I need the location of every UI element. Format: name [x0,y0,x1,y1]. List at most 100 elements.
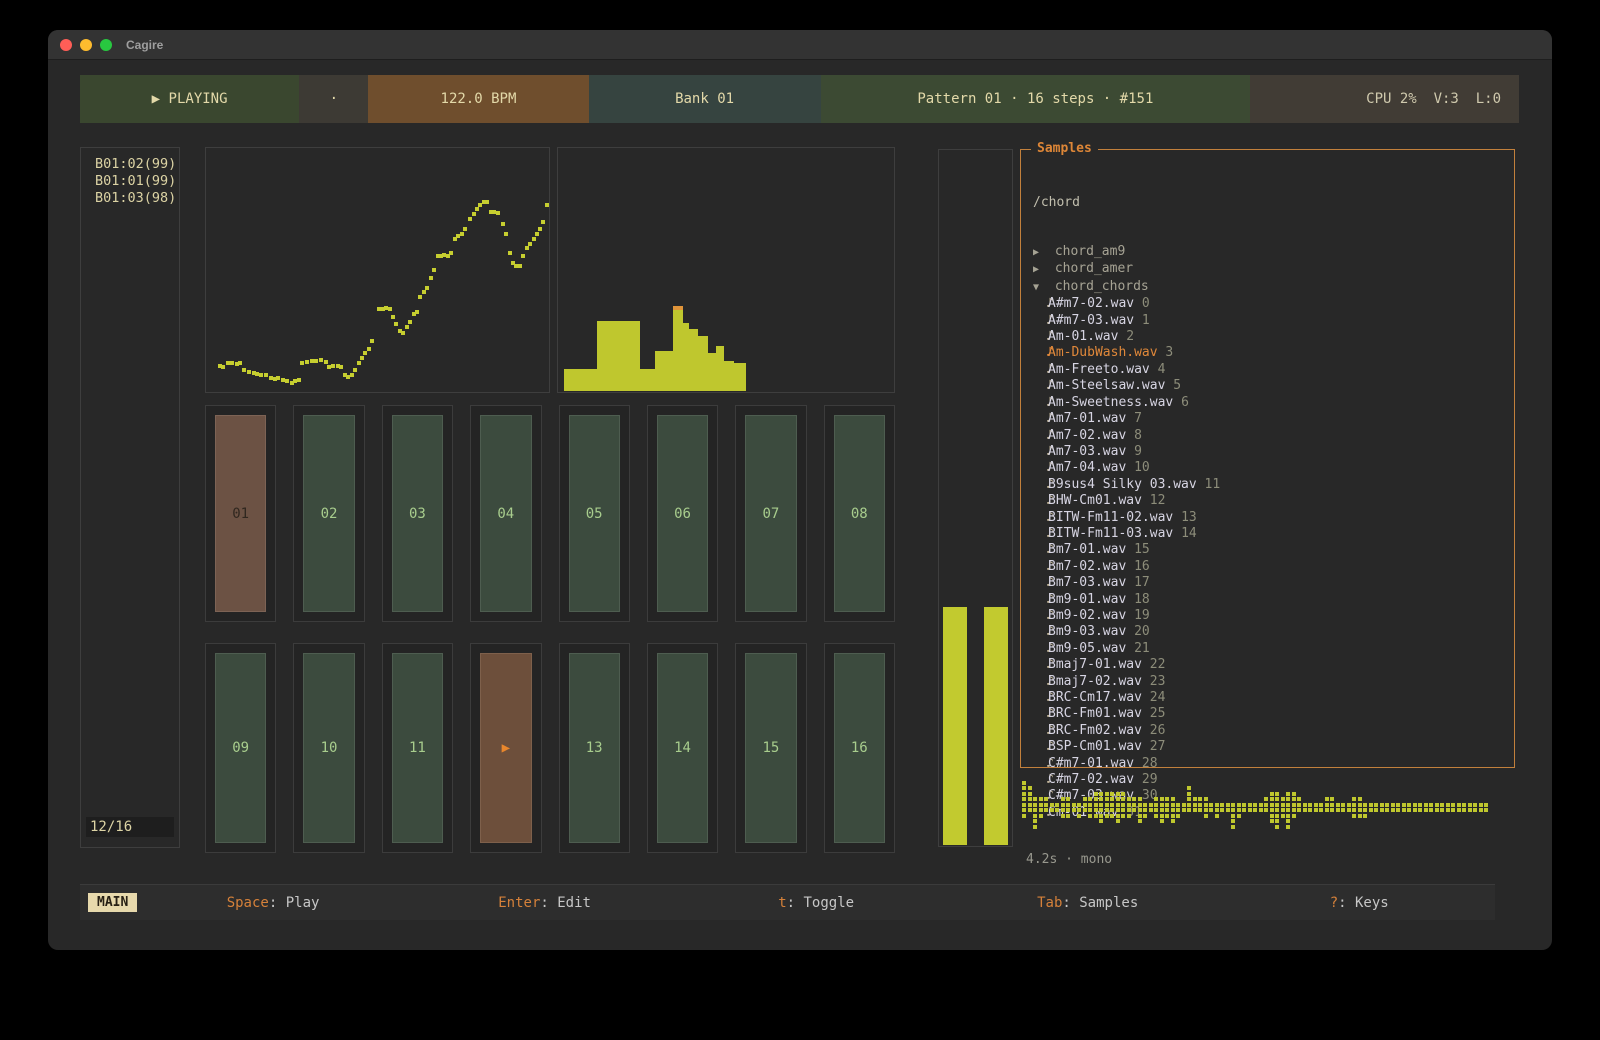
sample-file-row[interactable]: ♪Bm9-03.wav 20 [1033,624,1514,640]
sample-file-name: Bm7-01.wav [1048,542,1134,557]
sample-file-row[interactable]: ♪Bm9-01.wav 18 [1033,592,1514,608]
pad-11[interactable]: 11 [382,643,453,853]
sample-file-row[interactable]: ♪BITW-Fm11-03.wav 14 [1033,526,1514,542]
waveform-dot [1088,808,1092,812]
sample-file-row[interactable]: ♪Bmaj7-02.wav 23 [1033,674,1514,690]
scatter-point [367,347,371,351]
pad-05[interactable]: 05 [559,405,630,622]
sample-file-row[interactable]: ♪Am7-01.wav 7 [1033,411,1514,427]
sample-file-row[interactable]: ♪A#m7-03.wav 1 [1033,313,1514,329]
sample-file-index: 28 [1142,756,1158,771]
sample-file-row[interactable]: ♪Am-Sweetness.wav 6 [1033,395,1514,411]
sample-file-row[interactable]: ♪BHW-Cm01.wav 12 [1033,493,1514,509]
waveform-dot [1396,808,1400,812]
histogram-bar [708,353,716,391]
pad-08[interactable]: 08 [824,405,895,622]
scatter-point [357,361,361,365]
sample-file-row[interactable]: ♪Am-DubWash.wav 3 [1033,345,1514,361]
zoom-button[interactable] [100,39,112,51]
waveform-dot [1391,803,1395,807]
folder-row-chord_amer[interactable]: ▶ chord_amer [1033,261,1514,278]
waveform-dot [1110,803,1114,807]
voice-readout-0: B01:02(99) [81,156,179,173]
sample-file-row[interactable]: ♪Am7-03.wav 9 [1033,444,1514,460]
waveform-dot [1429,803,1433,807]
music-note-icon: ♪ [1033,739,1048,755]
scatter-point [285,379,289,383]
waveform-dot [1116,792,1120,796]
sample-file-row[interactable]: ♪Bm7-02.wav 16 [1033,559,1514,575]
pad-13[interactable]: 13 [559,643,630,853]
sample-file-row[interactable]: ♪Bm9-05.wav 21 [1033,641,1514,657]
status-bar: MAIN Space: PlayEnter: Editt: ToggleTab:… [80,884,1495,920]
pad-09[interactable]: 09 [205,643,276,853]
pad-06[interactable]: 06 [647,405,718,622]
sample-file-row[interactable]: ♪Am-01.wav 2 [1033,329,1514,345]
folder-row-chord_am9[interactable]: ▶ chord_am9 [1033,244,1514,261]
sample-file-row[interactable]: ♪Am7-04.wav 10 [1033,460,1514,476]
waveform-dot [1231,803,1235,807]
scatter-point [324,360,328,364]
waveform-dot [1402,808,1406,812]
sample-file-name: BITW-Fm11-02.wav [1048,510,1181,525]
sample-file-row[interactable]: ♪Am-Freeto.wav 4 [1033,362,1514,378]
scatter-point [501,222,505,226]
sample-file-row[interactable]: ♪BITW-Fm11-02.wav 13 [1033,510,1514,526]
sample-file-row[interactable]: ♪Am-Steelsaw.wav 5 [1033,378,1514,394]
sample-file-row[interactable]: ♪Bmaj7-01.wav 22 [1033,657,1514,673]
pad-03[interactable]: 03 [382,405,453,622]
pad-10[interactable]: 10 [293,643,364,853]
pad-16[interactable]: 16 [824,643,895,853]
pad-12[interactable]: ▶ [470,643,541,853]
sample-file-name: BRC-Cm17.wav [1048,690,1150,705]
waveform-dot [1198,803,1202,807]
chevron-right-icon[interactable]: ▶ [1033,245,1047,261]
sample-file-row[interactable]: ♪C#m7-01.wav 28 [1033,756,1514,772]
pad-15[interactable]: 15 [735,643,806,853]
sample-file-index: 9 [1134,444,1142,459]
waveform-dot [1204,797,1208,801]
waveform-dot [1055,808,1059,812]
minimize-button[interactable] [80,39,92,51]
waveform-dot [1297,803,1301,807]
close-button[interactable] [60,39,72,51]
scatter-point [405,325,409,329]
pad-04[interactable]: 04 [470,405,541,622]
sample-file-index: 11 [1205,477,1221,492]
waveform-dot [1303,803,1307,807]
waveform-dot [1094,797,1098,801]
sample-file-row[interactable]: ♪B9sus4 Silky 03.wav 11 [1033,477,1514,493]
chevron-down-icon[interactable]: ▼ [1033,280,1047,296]
scatter-point [305,360,309,364]
sample-file-row[interactable]: ♪Bm7-01.wav 15 [1033,542,1514,558]
sample-file-row[interactable]: ♪BRC-Fm01.wav 25 [1033,706,1514,722]
sample-file-row[interactable]: ♪BRC-Fm02.wav 26 [1033,723,1514,739]
waveform-dot [1193,808,1197,812]
waveform-dot [1154,808,1158,812]
sample-file-row[interactable]: ♪Am7-02.wav 8 [1033,428,1514,444]
sample-file-index: 15 [1134,542,1150,557]
scatter-point [538,227,542,231]
sample-file-index: 22 [1150,657,1166,672]
waveform-dot [1226,808,1230,812]
sample-file-row[interactable]: ♪BSP-Cm01.wav 27 [1033,739,1514,755]
waveform-dot [1028,808,1032,812]
pad-01[interactable]: 01 [205,405,276,622]
waveform-dot [1165,808,1169,812]
histogram-bar [698,336,708,391]
tree-rows: ▶ chord_am9▶ chord_amer▼ chord_chords♪A#… [1033,244,1514,821]
folder-row-chord_chords[interactable]: ▼ chord_chords [1033,279,1514,296]
sample-file-name: Am-Sweetness.wav [1048,395,1181,410]
pad-02[interactable]: 02 [293,405,364,622]
sample-file-row[interactable]: ♪BRC-Cm17.wav 24 [1033,690,1514,706]
waveform-dot [1171,803,1175,807]
sample-file-row[interactable]: ♪A#m7-02.wav 0 [1033,296,1514,312]
chevron-right-icon[interactable]: ▶ [1033,262,1047,278]
header-segment-bpm: 122.0 BPM [368,75,588,123]
waveform-dot [1341,803,1345,807]
sample-file-row[interactable]: ♪Bm7-03.wav 17 [1033,575,1514,591]
sample-file-row[interactable]: ♪Bm9-02.wav 19 [1033,608,1514,624]
scatter-point [504,232,508,236]
pad-07[interactable]: 07 [735,405,806,622]
pad-14[interactable]: 14 [647,643,718,853]
